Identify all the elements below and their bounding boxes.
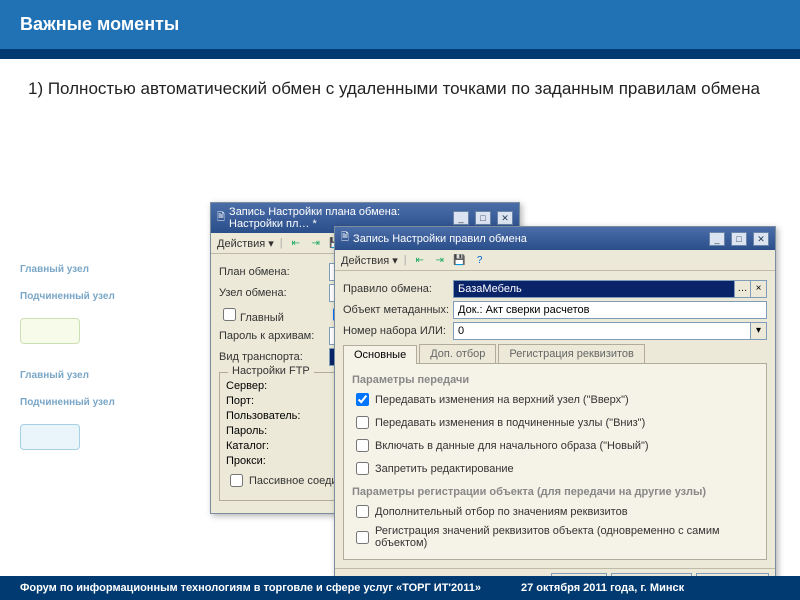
close-button[interactable]: ✕	[497, 211, 513, 225]
tab-attr-registration[interactable]: Регистрация реквизитов	[498, 344, 644, 363]
maximize-button[interactable]: □	[731, 232, 747, 246]
register-attrs-label: Регистрация значений реквизитов объекта …	[375, 525, 758, 549]
metadata-field[interactable]: Док.: Акт сверки расчетов	[453, 301, 767, 319]
save-icon[interactable]: 💾	[453, 253, 467, 267]
registration-params-header: Параметры регистрации объекта (для перед…	[352, 486, 758, 498]
send-down-label: Передавать изменения в подчиненные узлы …	[375, 417, 645, 429]
maximize-button[interactable]: □	[475, 211, 491, 225]
rule-select-button[interactable]: …	[735, 280, 751, 298]
proxy-label: Прокси:	[226, 455, 316, 467]
help-icon[interactable]: ?	[473, 253, 487, 267]
actions-menu[interactable]: Действия ▾	[341, 254, 398, 267]
include-new-label: Включать в данные для начального образа …	[375, 440, 649, 452]
app-icon: 🗎	[341, 230, 349, 247]
prev-icon[interactable]: ⇤	[413, 253, 427, 267]
diagram-box	[20, 424, 80, 450]
main-checkbox-label: Главный	[240, 312, 284, 324]
archive-pwd-label: Пароль к архивам:	[219, 330, 329, 342]
metadata-label: Объект метаданных:	[343, 304, 453, 316]
send-down-checkbox[interactable]	[356, 416, 369, 429]
actions-menu[interactable]: Действия ▾	[217, 237, 274, 250]
passive-checkbox[interactable]	[230, 474, 243, 487]
tab-extra-filter[interactable]: Доп. отбор	[419, 344, 496, 363]
next-icon[interactable]: ⇥	[309, 236, 323, 250]
diagram-label: Подчиненный узел	[20, 291, 200, 302]
catalog-label: Каталог:	[226, 440, 316, 452]
tab-strip: Основные Доп. отбор Регистрация реквизит…	[343, 344, 767, 364]
app-icon: 🗎	[217, 210, 225, 227]
plan-label: План обмена:	[219, 266, 329, 278]
rule-label: Правило обмена:	[343, 283, 453, 295]
extra-filter-checkbox[interactable]	[356, 505, 369, 518]
toolbar: Действия ▾ | ⇤ ⇥ 💾 ?	[335, 250, 775, 271]
rule-field[interactable]: БазаМебель	[453, 280, 735, 298]
password-label: Пароль:	[226, 425, 316, 437]
readonly-checkbox[interactable]	[356, 462, 369, 475]
slide-footer: Форум по информационным технологиям в то…	[0, 576, 800, 600]
tab-main[interactable]: Основные	[343, 345, 417, 364]
slide-header-stripe	[0, 49, 800, 59]
node-label: Узел обмена:	[219, 287, 329, 299]
register-attrs-checkbox[interactable]	[356, 531, 369, 544]
rule-clear-button[interactable]: ×	[751, 280, 767, 298]
minimize-button[interactable]: _	[453, 211, 469, 225]
prev-icon[interactable]: ⇤	[289, 236, 303, 250]
diagram-box	[20, 318, 80, 344]
stepper-icon[interactable]: ▾	[751, 322, 767, 340]
diagram-panel: Главный узел Подчиненный узел Главный уз…	[20, 248, 200, 450]
exchange-rules-settings-window: 🗎 Запись Настройки правил обмена _ □ ✕ Д…	[334, 226, 776, 596]
footer-left: Форум по информационным технологиям в то…	[20, 582, 481, 594]
form-body: Правило обмена: БазаМебель … × Объект ме…	[335, 271, 775, 568]
slide-title: Важные моменты	[0, 0, 800, 49]
extra-filter-label: Дополнительный отбор по значениям реквиз…	[375, 506, 628, 518]
minimize-button[interactable]: _	[709, 232, 725, 246]
slide-body-text: 1) Полностью автоматический обмен с удал…	[0, 59, 800, 119]
user-label: Пользователь:	[226, 410, 316, 422]
set-number-label: Номер набора ИЛИ:	[343, 325, 453, 337]
titlebar[interactable]: 🗎 Запись Настройки правил обмена _ □ ✕	[335, 227, 775, 250]
diagram-label: Подчиненный узел	[20, 397, 200, 408]
tab-body: Параметры передачи Передавать изменения …	[343, 364, 767, 560]
set-number-field[interactable]: 0	[453, 322, 751, 340]
include-new-checkbox[interactable]	[356, 439, 369, 452]
send-up-label: Передавать изменения на верхний узел ("В…	[375, 394, 629, 406]
footer-right: 27 октября 2011 года, г. Минск	[521, 582, 684, 594]
diagram-label: Главный узел	[20, 370, 200, 381]
server-label: Сервер:	[226, 380, 316, 392]
diagram-label: Главный узел	[20, 264, 200, 275]
window-title: Запись Настройки правил обмена	[353, 233, 703, 245]
transport-label: Вид транспорта:	[219, 351, 329, 363]
main-checkbox[interactable]	[223, 308, 236, 321]
close-button[interactable]: ✕	[753, 232, 769, 246]
port-label: Порт:	[226, 395, 316, 407]
transfer-params-header: Параметры передачи	[352, 374, 758, 386]
next-icon[interactable]: ⇥	[433, 253, 447, 267]
ftp-settings-legend: Настройки FTP	[228, 365, 314, 377]
send-up-checkbox[interactable]	[356, 393, 369, 406]
readonly-label: Запретить редактирование	[375, 463, 514, 475]
